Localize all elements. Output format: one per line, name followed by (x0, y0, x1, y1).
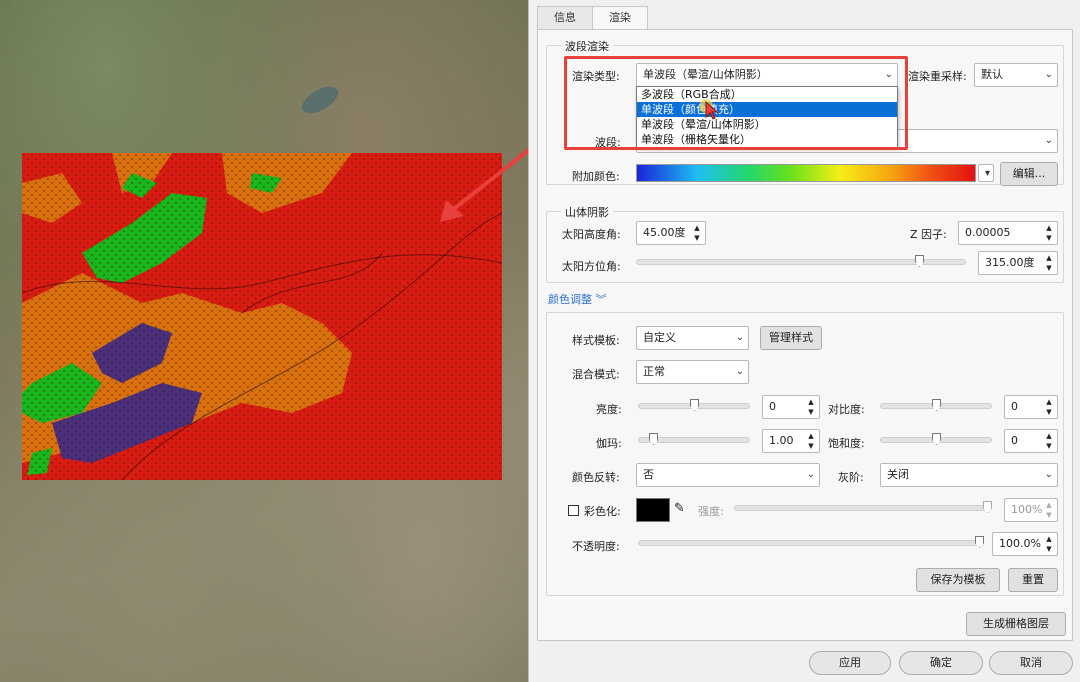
saturation-label: 饱和度: (828, 437, 865, 450)
saturation-value: 0 (1011, 434, 1018, 447)
gamma-value: 1.00 (769, 434, 794, 447)
color-ramp[interactable] (636, 164, 976, 182)
spin-arrows-icon[interactable]: ▲ ▼ (1044, 223, 1054, 243)
spin-arrows-icon[interactable]: ▲ ▼ (806, 431, 816, 451)
tab-render[interactable]: 渲染 (592, 6, 648, 31)
chevron-down-icon: ⌄ (1044, 69, 1053, 80)
save-as-template-button[interactable]: 保存为模板 (916, 568, 1000, 592)
gamma-slider[interactable] (638, 433, 750, 445)
sun-altitude-value: 45.00度 (643, 226, 686, 239)
render-properties-panel: 信息 渲染 波段渲染 渲染类型: 单波段（晕渲/山体阴影） ⌄ 渲染重采样: 默… (528, 0, 1080, 682)
strength-value: 100% (1011, 503, 1043, 516)
resample-value: 默认 (981, 68, 1003, 81)
brightness-slider[interactable] (638, 399, 750, 411)
sun-altitude-spinbox[interactable]: 45.00度 ▲ ▼ (636, 221, 706, 245)
spin-arrows-icon[interactable]: ▲ ▼ (806, 397, 816, 417)
chevron-double-down-icon: ︾ (595, 293, 607, 306)
contrast-value: 0 (1011, 400, 1018, 413)
strength-spinbox[interactable]: 100% ▲ ▼ (1004, 498, 1058, 522)
edit-color-button[interactable]: 编辑... (1000, 162, 1058, 186)
sun-altitude-label: 太阳高度角: (562, 228, 621, 241)
spin-arrows-icon[interactable]: ▲ ▼ (1044, 431, 1054, 451)
extra-color-label: 附加颜色: (572, 170, 620, 183)
saturation-spinbox[interactable]: 0 ▲ ▼ (1004, 429, 1058, 453)
grayscale-select[interactable]: 关闭 ⌄ (880, 463, 1058, 487)
chevron-down-icon: ⌄ (1044, 135, 1053, 146)
opacity-label: 不透明度: (572, 540, 620, 553)
opacity-value: 100.0% (999, 537, 1041, 550)
brightness-spinbox[interactable]: 0 ▲ ▼ (762, 395, 820, 419)
sun-azimuth-value: 315.00度 (985, 256, 1035, 269)
chevron-down-icon: ▾ (984, 168, 990, 179)
colorize-checkbox[interactable] (568, 505, 579, 516)
tab-bar: 信息 渲染 (537, 6, 648, 31)
resample-select[interactable]: 默认 ⌄ (974, 63, 1058, 87)
highlight-box (564, 56, 908, 150)
chevron-down-icon: ⌄ (735, 332, 744, 343)
sun-azimuth-spinbox[interactable]: 315.00度 ▲ ▼ (978, 251, 1058, 275)
brightness-label: 亮度: (596, 403, 622, 416)
manage-style-button[interactable]: 管理样式 (760, 326, 822, 350)
chevron-down-icon: ⌄ (1044, 469, 1053, 480)
brightness-value: 0 (769, 400, 776, 413)
contrast-label: 对比度: (828, 403, 865, 416)
spin-arrows-icon[interactable]: ▲ ▼ (1044, 253, 1054, 273)
map-view[interactable] (0, 0, 528, 682)
sun-azimuth-slider[interactable] (636, 255, 966, 267)
strength-slider[interactable] (734, 501, 992, 513)
style-template-value: 自定义 (643, 331, 676, 344)
lake-area (297, 81, 343, 119)
strength-label: 强度: (698, 505, 724, 518)
opacity-slider[interactable] (638, 536, 984, 548)
z-factor-spinbox[interactable]: 0.00005 ▲ ▼ (958, 221, 1058, 245)
spin-arrows-icon[interactable]: ▲ ▼ (692, 223, 702, 243)
hillshade-title: 山体阴影 (561, 204, 613, 220)
colorize-label: 彩色化: (584, 505, 621, 518)
sun-azimuth-label: 太阳方位角: (562, 260, 621, 273)
band-render-title: 波段渲染 (561, 38, 613, 54)
spin-arrows-icon[interactable]: ▲ ▼ (1044, 500, 1054, 520)
colorize-color-swatch[interactable] (636, 498, 670, 522)
spin-arrows-icon[interactable]: ▲ ▼ (1044, 534, 1054, 554)
ok-button[interactable]: 确定 (899, 651, 983, 675)
blend-mode-select[interactable]: 正常 ⌄ (636, 360, 749, 384)
gamma-label: 伽玛: (596, 437, 622, 450)
blend-mode-value: 正常 (643, 365, 665, 378)
eyedropper-icon[interactable]: ✎ (674, 501, 685, 516)
style-template-label: 样式模板: (572, 334, 620, 347)
color-adjust-label: 颜色调整 (548, 293, 592, 306)
color-ramp-dropdown[interactable]: ▾ (978, 164, 994, 182)
tab-info[interactable]: 信息 (537, 6, 593, 30)
saturation-slider[interactable] (880, 433, 992, 445)
invert-select[interactable]: 否 ⌄ (636, 463, 820, 487)
invert-label: 颜色反转: (572, 471, 620, 484)
render-tab-content: 波段渲染 渲染类型: 单波段（晕渲/山体阴影） ⌄ 渲染重采样: 默认 ⌄ 波段… (537, 29, 1073, 641)
spin-arrows-icon[interactable]: ▲ ▼ (1044, 397, 1054, 417)
contrast-slider[interactable] (880, 399, 992, 411)
chevron-down-icon: ⌄ (735, 366, 744, 377)
z-factor-label: Z 因子: (910, 228, 947, 241)
opacity-spinbox[interactable]: 100.0% ▲ ▼ (992, 532, 1058, 556)
blend-mode-label: 混合模式: (572, 368, 620, 381)
color-adjust-group (546, 312, 1064, 596)
apply-button[interactable]: 应用 (809, 651, 891, 675)
cancel-button[interactable]: 取消 (989, 651, 1073, 675)
reset-button[interactable]: 重置 (1008, 568, 1058, 592)
invert-value: 否 (643, 468, 654, 481)
generate-raster-layer-button[interactable]: 生成栅格图层 (966, 612, 1066, 636)
grayscale-label: 灰阶: (838, 471, 864, 484)
style-template-select[interactable]: 自定义 ⌄ (636, 326, 749, 350)
annotation-arrow (440, 147, 528, 222)
color-adjust-toggle[interactable]: 颜色调整 ︾ (548, 291, 607, 307)
gamma-spinbox[interactable]: 1.00 ▲ ▼ (762, 429, 820, 453)
resample-label: 渲染重采样: (908, 70, 967, 83)
contrast-spinbox[interactable]: 0 ▲ ▼ (1004, 395, 1058, 419)
grayscale-value: 关闭 (887, 468, 909, 481)
z-factor-value: 0.00005 (965, 226, 1011, 239)
chevron-down-icon: ⌄ (806, 469, 815, 480)
